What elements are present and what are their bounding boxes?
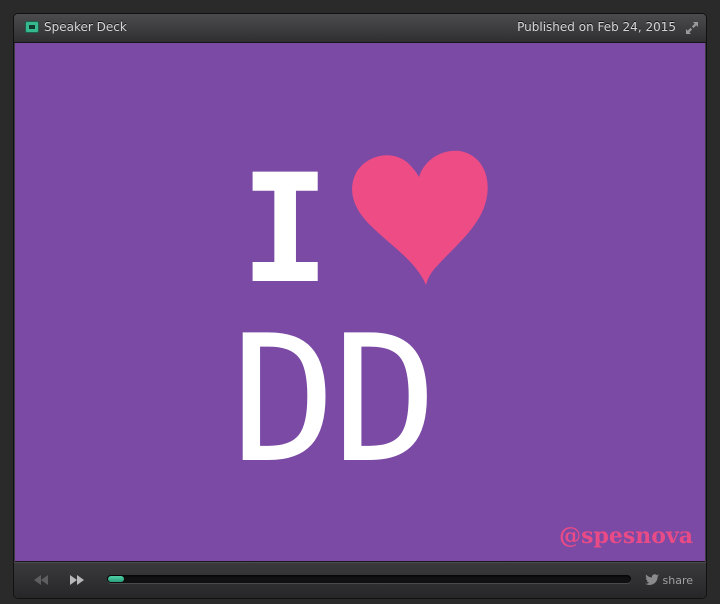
- twitter-bird-icon[interactable]: [645, 574, 659, 586]
- slide-view[interactable]: I DD @spesnova: [15, 43, 705, 561]
- progress-fill: [108, 576, 124, 582]
- published-date: Published on Feb 24, 2015: [517, 20, 676, 34]
- expand-icon[interactable]: [685, 21, 699, 35]
- progress-bar[interactable]: [107, 575, 631, 583]
- heart-icon: [352, 150, 488, 285]
- speaker-deck-player: Speaker Deck Published on Feb 24, 2015 I…: [14, 14, 706, 598]
- slide-text-i: I: [240, 143, 331, 317]
- share-link[interactable]: share: [663, 574, 694, 587]
- speaker-deck-icon[interactable]: [25, 21, 39, 33]
- twitter-handle: @spesnova: [559, 523, 693, 549]
- fast-forward-icon[interactable]: [68, 573, 86, 587]
- brand-link[interactable]: Speaker Deck: [44, 20, 127, 34]
- control-bar: share: [14, 562, 706, 598]
- title-bar: Speaker Deck Published on Feb 24, 2015: [14, 14, 706, 43]
- rewind-icon[interactable]: [32, 573, 50, 587]
- slide-text-dd: DD: [231, 299, 438, 502]
